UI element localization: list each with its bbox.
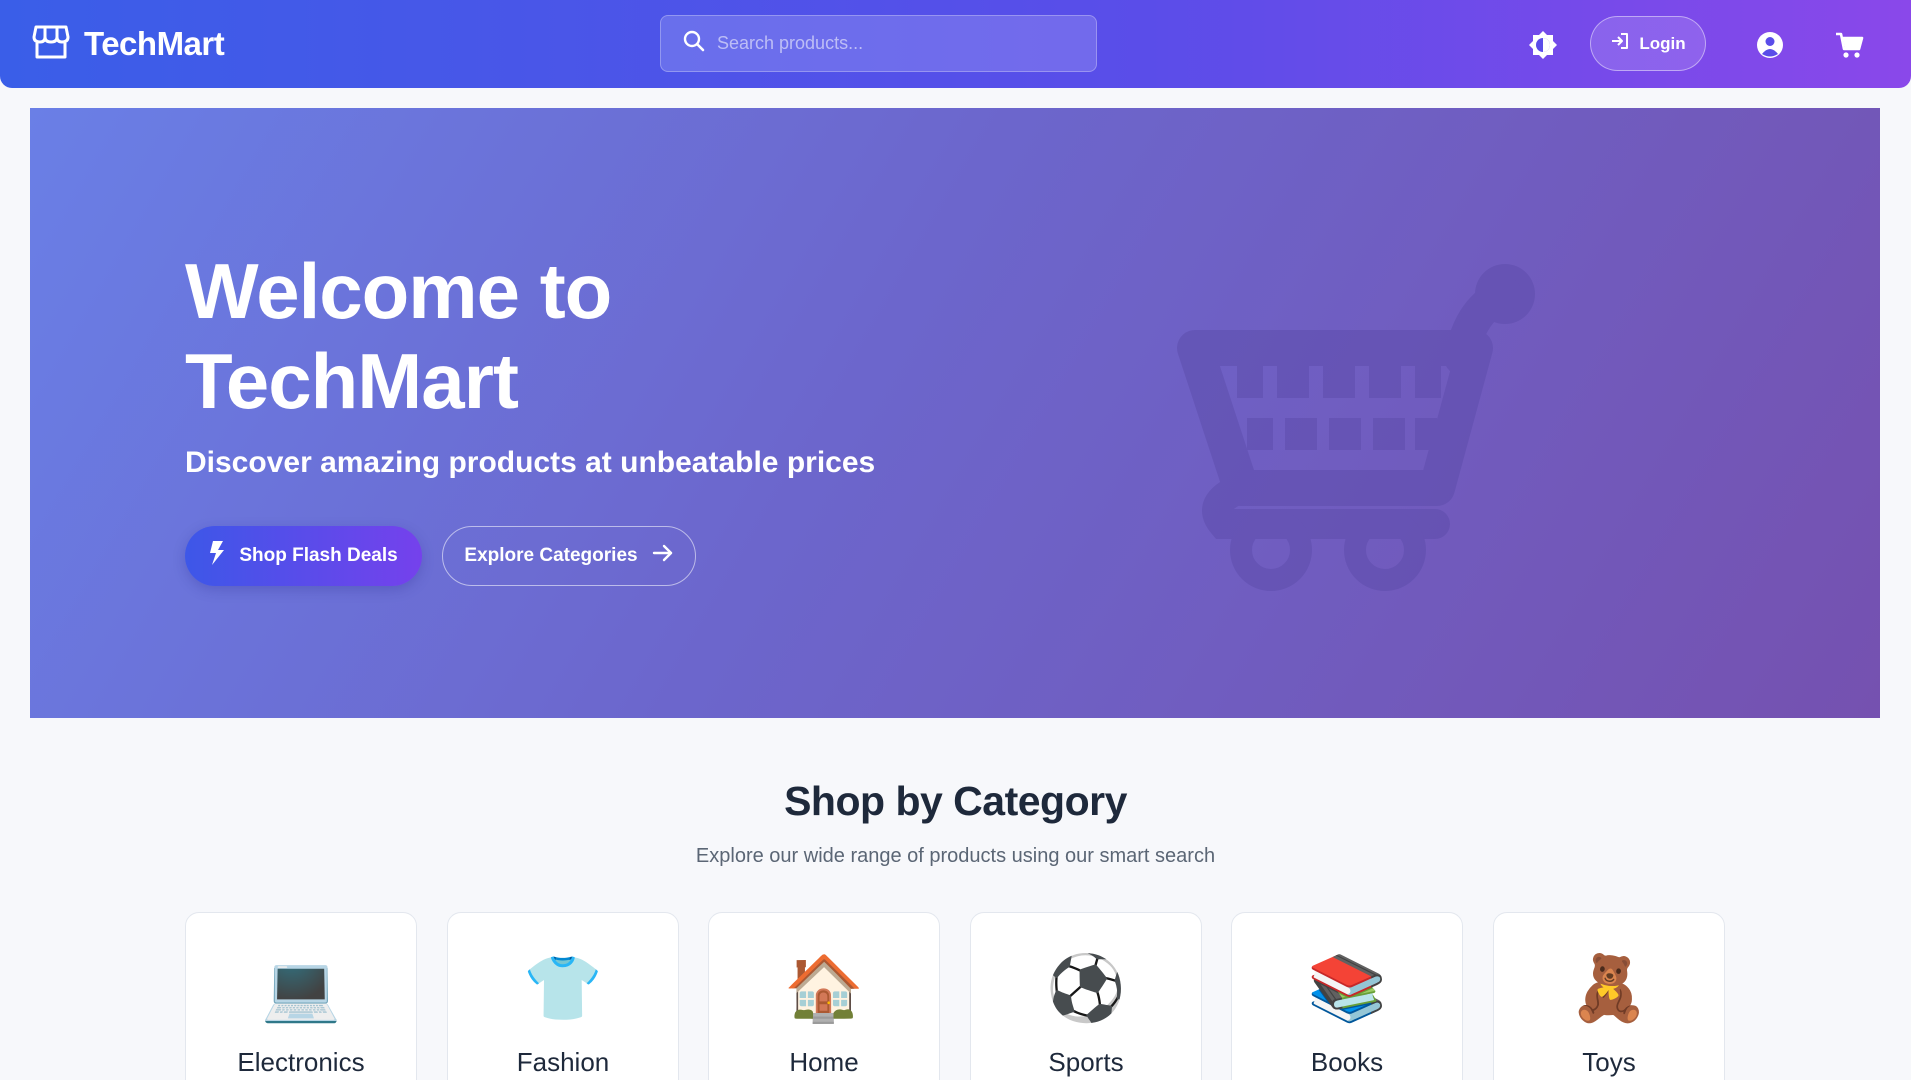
shopping-cart-illustration — [1175, 248, 1555, 598]
category-section-title: Shop by Category — [784, 778, 1127, 824]
theme-toggle-icon[interactable] — [1528, 30, 1558, 60]
category-label: Books — [1310, 1047, 1384, 1077]
arrow-right-icon — [652, 543, 674, 569]
explore-categories-button[interactable]: Explore Categories — [442, 526, 696, 586]
category-label: Sports — [1048, 1047, 1124, 1077]
books-icon: 📚 — [1307, 952, 1387, 1026]
search-icon — [683, 30, 705, 57]
hero-title: Welcome to TechMart — [185, 246, 985, 426]
category-card-home[interactable]: 🏠 Home — [708, 912, 940, 1080]
shop-flash-deals-button[interactable]: Shop Flash Deals — [185, 526, 422, 586]
category-card-fashion[interactable]: 👕 Fashion — [447, 912, 679, 1080]
house-icon: 🏠 — [784, 952, 864, 1026]
brand-logo[interactable]: TechMart — [32, 24, 225, 65]
category-card-books[interactable]: 📚 Books — [1231, 912, 1463, 1080]
bolt-icon — [209, 541, 225, 571]
search-bar[interactable] — [660, 15, 1097, 72]
category-label: Fashion — [516, 1047, 610, 1077]
search-input[interactable] — [717, 33, 1077, 54]
hero-subtitle: Discover amazing products at unbeatable … — [185, 446, 876, 479]
laptop-icon: 💻 — [261, 952, 341, 1026]
store-icon — [32, 24, 70, 65]
login-icon — [1610, 31, 1630, 56]
hero-banner: Welcome to TechMart Discover amazing pro… — [30, 108, 1880, 718]
category-card-toys[interactable]: 🧸 Toys — [1493, 912, 1725, 1080]
category-section-subtitle: Explore our wide range of products using… — [695, 845, 1216, 867]
tshirt-icon: 👕 — [523, 952, 603, 1026]
teddy-bear-icon: 🧸 — [1569, 952, 1649, 1026]
explore-categories-label: Explore Categories — [464, 545, 638, 566]
shop-flash-deals-label: Shop Flash Deals — [239, 545, 398, 566]
top-navbar: TechMart Login — [0, 0, 1911, 88]
category-label: Home — [789, 1047, 859, 1077]
hero-title-line1: Welcome to — [185, 247, 612, 335]
user-icon[interactable] — [1755, 30, 1785, 60]
login-button[interactable]: Login — [1590, 16, 1706, 71]
cart-icon[interactable] — [1834, 30, 1864, 60]
brand-name: TechMart — [84, 25, 225, 62]
category-card-electronics[interactable]: 💻 Electronics — [185, 912, 417, 1080]
category-card-sports[interactable]: ⚽ Sports — [970, 912, 1202, 1080]
category-grid: 💻 Electronics 👕 Fashion 🏠 Home ⚽ Sports … — [185, 912, 1727, 1080]
hero-title-line2: TechMart — [185, 337, 519, 425]
category-label: Toys — [1582, 1047, 1636, 1077]
category-label: Electronics — [237, 1047, 365, 1077]
soccer-ball-icon: ⚽ — [1046, 952, 1126, 1026]
login-label: Login — [1639, 33, 1686, 53]
